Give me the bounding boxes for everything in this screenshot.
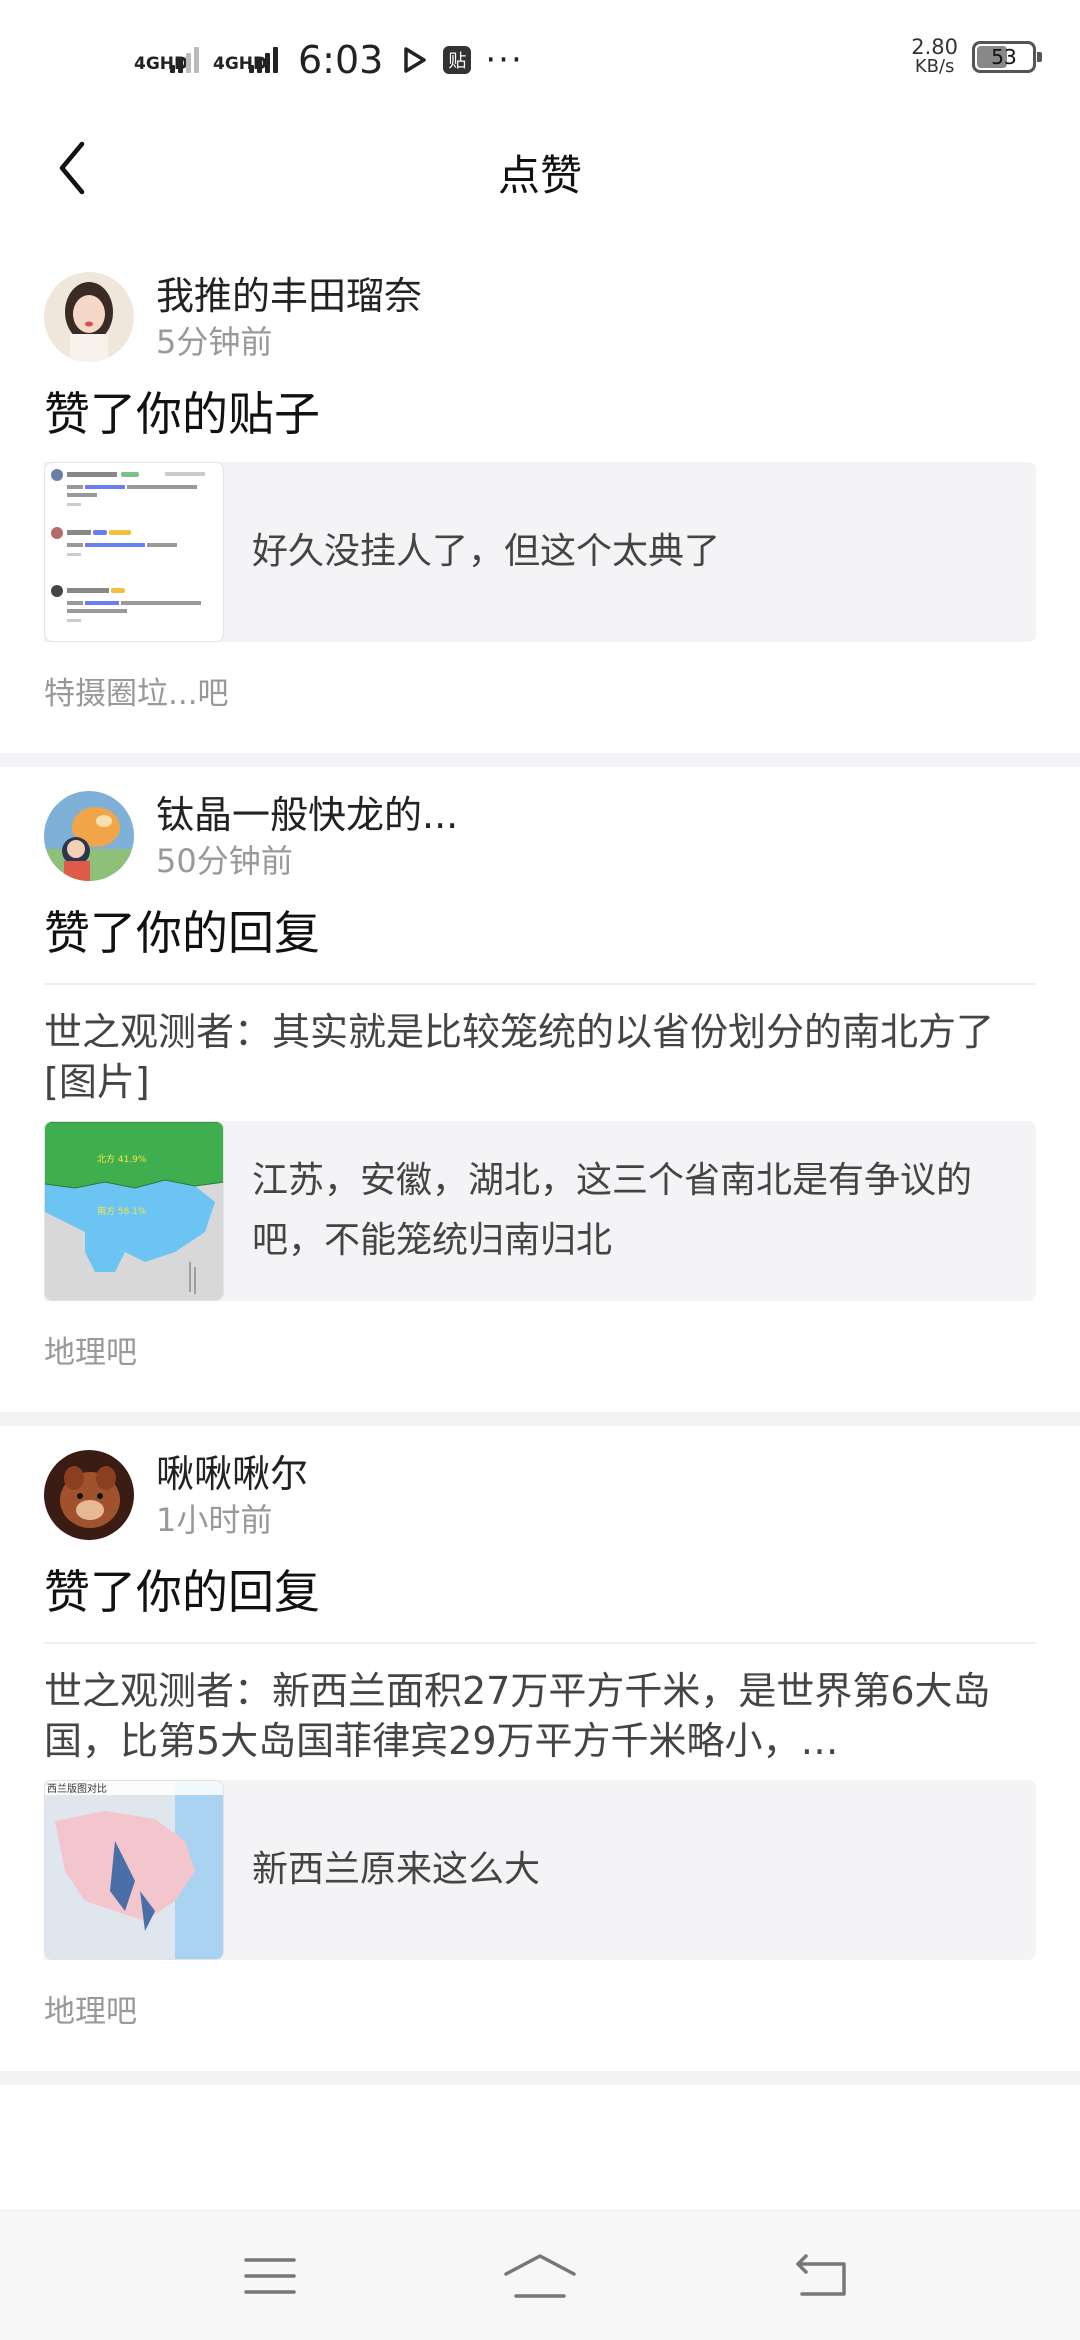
- forum-name[interactable]: 特摄圈垃...吧: [44, 668, 1036, 753]
- page-title: 点赞: [497, 151, 582, 200]
- network-label: 4GHD: [213, 54, 268, 74]
- forum-name[interactable]: 地理吧: [44, 1327, 1036, 1412]
- map-label-north: 北方 41.9%: [97, 1153, 147, 1165]
- signal-1: 4GHD: [134, 47, 199, 73]
- notification-card[interactable]: 啾啾啾尔 1小时前 赞了你的回复 世之观测者：新西兰面积27万平方千米，是世界第…: [0, 1426, 1080, 2071]
- card-separator: [0, 2071, 1080, 2085]
- back-nav-button[interactable]: [782, 2241, 862, 2311]
- system-nav-bar: [0, 2210, 1080, 2340]
- network-speed: 2.80 KB/s: [911, 35, 958, 77]
- signal-bars-icon: [170, 47, 199, 73]
- menu-icon: [244, 2258, 296, 2294]
- user-meta: 钛晶一般快龙的... 50分钟前: [156, 791, 458, 881]
- user-row: 我推的丰田瑠奈 5分钟前: [44, 248, 1036, 372]
- user-meta: 啾啾啾尔 1小时前: [156, 1450, 308, 1540]
- more-notifications-icon: ···: [485, 40, 524, 80]
- post-preview[interactable]: 北方 41.9% 南方 58.1% 江苏，安徽，湖北，这三个省南北是有争议的吧，…: [44, 1121, 1036, 1301]
- avatar[interactable]: [44, 1450, 134, 1540]
- post-preview[interactable]: 好久没挂人了，但这个太典了: [44, 462, 1036, 642]
- quoted-comment[interactable]: 世之观测者：新西兰面积27万平方千米，是世界第6大岛国，比第5大岛国菲律宾29万…: [44, 1666, 1036, 1766]
- signal-2: 4GHD: [213, 47, 278, 73]
- status-bar: 4GHD 4GHD 6:03 贴 ··· 2.80 KB/s 53: [0, 0, 1080, 118]
- battery-level: 53: [991, 45, 1017, 69]
- divider: [44, 983, 1036, 985]
- user-row: 啾啾啾尔 1小时前: [44, 1426, 1036, 1550]
- back-arrow-icon: [796, 2254, 846, 2296]
- home-icon: [504, 2254, 576, 2298]
- divider: [44, 1642, 1036, 1644]
- clock: 6:03: [298, 38, 384, 82]
- notification-card[interactable]: 钛晶一般快龙的... 50分钟前 赞了你的回复 世之观测者：其实就是比较笼统的以…: [0, 767, 1080, 1412]
- battery-icon: 53: [972, 41, 1042, 73]
- nz-map-title: 西兰版图对比: [47, 1782, 107, 1795]
- speed-value: 2.80: [911, 35, 958, 59]
- timestamp: 1小时前: [156, 1501, 273, 1539]
- page-header: 点赞: [0, 118, 1080, 218]
- username[interactable]: 啾啾啾尔: [156, 1450, 308, 1498]
- forum-name[interactable]: 地理吧: [44, 1986, 1036, 2071]
- post-preview[interactable]: 西兰版图对比 新西兰原来这么大: [44, 1780, 1036, 1960]
- quoted-comment[interactable]: 世之观测者：其实就是比较笼统的以省份划分的南北方了[图片]: [44, 1007, 1036, 1107]
- timestamp: 50分钟前: [156, 842, 293, 880]
- avatar[interactable]: [44, 791, 134, 881]
- user-row: 钛晶一般快龙的... 50分钟前: [44, 767, 1036, 891]
- post-thumbnail: 西兰版图对比: [44, 1780, 224, 1960]
- card-separator: [0, 753, 1080, 767]
- tieba-app-icon: 贴: [443, 46, 472, 74]
- post-text: 好久没挂人了，但这个太典了: [252, 531, 721, 572]
- status-right: 2.80 KB/s 53: [911, 35, 1042, 77]
- map-label-south: 南方 58.1%: [97, 1205, 147, 1217]
- speed-unit: KB/s: [914, 56, 955, 77]
- like-action-text: 赞了你的贴子: [44, 387, 320, 441]
- play-icon: [399, 45, 429, 75]
- screen: 4GHD 4GHD 6:03 贴 ··· 2.80 KB/s 53 点赞 我推的…: [0, 0, 1080, 2340]
- post-text: 新西兰原来这么大: [252, 1849, 541, 1890]
- notification-card[interactable]: 我推的丰田瑠奈 5分钟前 赞了你的贴子 好久没挂人了，但这个太典了 特摄圈垃..…: [0, 248, 1080, 753]
- like-action-text: 赞了你的回复: [44, 906, 320, 960]
- user-meta: 我推的丰田瑠奈 5分钟前: [156, 272, 422, 362]
- timestamp: 5分钟前: [156, 323, 273, 361]
- username[interactable]: 我推的丰田瑠奈: [156, 272, 422, 320]
- like-action-text: 赞了你的回复: [44, 1565, 320, 1619]
- username[interactable]: 钛晶一般快龙的...: [156, 791, 458, 839]
- post-text: 江苏，安徽，湖北，这三个省南北是有争议的吧，不能笼统归南归北: [252, 1160, 973, 1261]
- post-thumbnail: 北方 41.9% 南方 58.1%: [44, 1121, 224, 1301]
- signal-bars-icon: [249, 47, 278, 73]
- avatar[interactable]: [44, 272, 134, 362]
- home-button[interactable]: [500, 2241, 580, 2311]
- network-label: 4GHD: [134, 54, 189, 74]
- status-left: 4GHD 4GHD 6:03 贴 ···: [134, 30, 524, 90]
- card-separator: [0, 1412, 1080, 1426]
- post-thumbnail: [44, 462, 224, 642]
- notification-list[interactable]: 我推的丰田瑠奈 5分钟前 赞了你的贴子 好久没挂人了，但这个太典了 特摄圈垃..…: [0, 248, 1080, 2085]
- recent-apps-button[interactable]: [230, 2241, 310, 2311]
